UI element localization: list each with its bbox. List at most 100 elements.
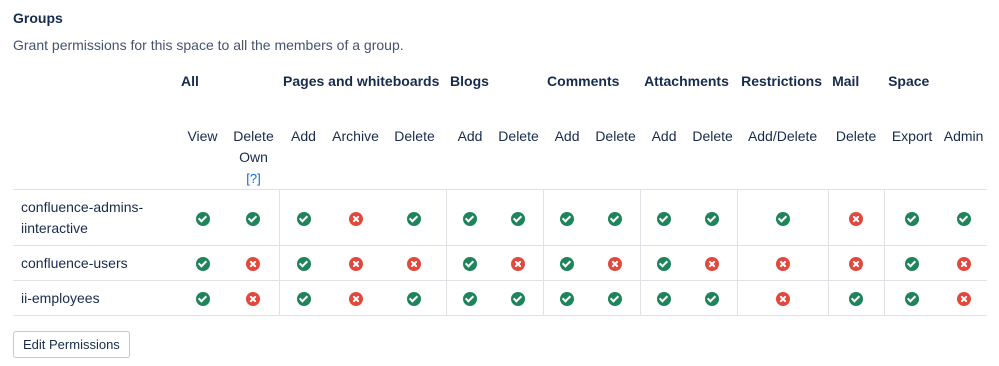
col-blogs-delete: Delete bbox=[498, 128, 539, 144]
check-circle-icon bbox=[905, 257, 920, 272]
col-attachments-add: Add bbox=[651, 128, 677, 144]
cross-circle-icon bbox=[348, 292, 363, 307]
cross-circle-icon bbox=[775, 257, 790, 272]
edit-permissions-button[interactable]: Edit Permissions bbox=[13, 331, 130, 358]
permission-cell bbox=[827, 280, 885, 316]
col-space-export: Export bbox=[891, 128, 933, 144]
col-pages-add: Add bbox=[291, 128, 316, 144]
check-circle-icon bbox=[560, 257, 575, 272]
category-restrictions: Restrictions bbox=[741, 73, 822, 89]
permission-cell bbox=[827, 189, 885, 246]
cross-circle-icon bbox=[246, 292, 261, 307]
check-circle-icon bbox=[905, 211, 920, 226]
col-restrictions-add-delete: Add/Delete bbox=[747, 128, 818, 144]
cross-circle-icon bbox=[348, 211, 363, 226]
permission-cell bbox=[278, 245, 329, 281]
permission-cell bbox=[494, 190, 543, 246]
check-circle-icon bbox=[463, 257, 478, 272]
cross-circle-icon bbox=[849, 257, 864, 272]
category-mail: Mail bbox=[832, 73, 860, 89]
col-mail-delete: Delete bbox=[835, 128, 877, 144]
check-circle-icon bbox=[775, 211, 790, 226]
check-circle-icon bbox=[657, 211, 672, 226]
check-circle-icon bbox=[560, 211, 575, 226]
group-name: ii-employees bbox=[21, 289, 100, 306]
permission-cell bbox=[883, 245, 941, 281]
group-name: confluence-admins-iinteractive bbox=[21, 198, 144, 236]
permission-cell bbox=[383, 190, 446, 246]
category-comments: Comments bbox=[547, 73, 620, 89]
col-view: View bbox=[187, 128, 218, 144]
check-circle-icon bbox=[463, 292, 478, 307]
permission-cell bbox=[494, 281, 543, 316]
permission-cell bbox=[736, 189, 829, 246]
permission-cell bbox=[940, 246, 987, 281]
check-circle-icon bbox=[195, 292, 210, 307]
group-name: confluence-users bbox=[21, 254, 128, 271]
table-row: confluence-users bbox=[13, 245, 988, 281]
cross-circle-icon bbox=[348, 257, 363, 272]
check-circle-icon bbox=[905, 292, 920, 307]
permission-header-blank bbox=[13, 120, 177, 190]
permission-cell bbox=[736, 280, 829, 316]
permission-cell bbox=[883, 280, 941, 316]
check-circle-icon bbox=[560, 292, 575, 307]
category-attachments: Attachments bbox=[644, 73, 729, 89]
permission-cell bbox=[542, 189, 592, 246]
table-row: ii-employees bbox=[13, 280, 988, 316]
check-circle-icon bbox=[407, 211, 422, 226]
check-circle-icon bbox=[195, 257, 210, 272]
cross-circle-icon bbox=[608, 257, 623, 272]
permission-cell bbox=[328, 246, 383, 281]
cross-circle-icon bbox=[956, 257, 971, 272]
permission-cell bbox=[591, 246, 640, 281]
permission-cell bbox=[177, 246, 228, 281]
check-circle-icon bbox=[608, 211, 623, 226]
check-circle-icon bbox=[246, 211, 261, 226]
delete-own-help-link[interactable]: [?] bbox=[228, 168, 279, 189]
check-circle-icon bbox=[296, 292, 311, 307]
check-circle-icon bbox=[956, 211, 971, 226]
permission-cell bbox=[688, 190, 737, 246]
col-comments-add: Add bbox=[554, 128, 580, 144]
permission-cell bbox=[940, 190, 987, 246]
permission-cell bbox=[228, 281, 279, 316]
check-circle-icon bbox=[296, 211, 311, 226]
permission-cell bbox=[639, 280, 689, 316]
permission-cell bbox=[591, 190, 640, 246]
permission-cell bbox=[228, 246, 279, 281]
permission-cell bbox=[883, 189, 941, 246]
permission-cell bbox=[688, 246, 737, 281]
permission-cell bbox=[542, 245, 592, 281]
permission-cell bbox=[383, 246, 446, 281]
col-comments-delete: Delete bbox=[595, 128, 636, 144]
category-all: All bbox=[181, 73, 199, 89]
permission-cell bbox=[736, 245, 829, 281]
col-pages-archive: Archive bbox=[332, 128, 379, 144]
cross-circle-icon bbox=[407, 257, 422, 272]
permission-cell bbox=[278, 280, 329, 316]
permission-cell bbox=[278, 189, 329, 246]
permission-cell bbox=[328, 190, 383, 246]
permission-cell bbox=[445, 245, 495, 281]
check-circle-icon bbox=[195, 211, 210, 226]
permission-cell bbox=[591, 281, 640, 316]
permission-cell bbox=[177, 281, 228, 316]
permission-cell bbox=[494, 246, 543, 281]
check-circle-icon bbox=[511, 292, 526, 307]
cross-circle-icon bbox=[849, 211, 864, 226]
permission-cell bbox=[228, 190, 279, 246]
check-circle-icon bbox=[296, 257, 311, 272]
permission-cell bbox=[688, 281, 737, 316]
permission-cell bbox=[383, 281, 446, 316]
col-attachments-delete: Delete bbox=[692, 128, 733, 144]
permission-cell bbox=[328, 281, 383, 316]
col-delete-own-label: Delete Own bbox=[233, 128, 274, 165]
check-circle-icon bbox=[463, 211, 478, 226]
permission-cell bbox=[445, 280, 495, 316]
section-title: Groups bbox=[13, 10, 63, 26]
permission-cell bbox=[177, 190, 228, 246]
check-circle-icon bbox=[608, 292, 623, 307]
check-circle-icon bbox=[849, 292, 864, 307]
cross-circle-icon bbox=[246, 257, 261, 272]
